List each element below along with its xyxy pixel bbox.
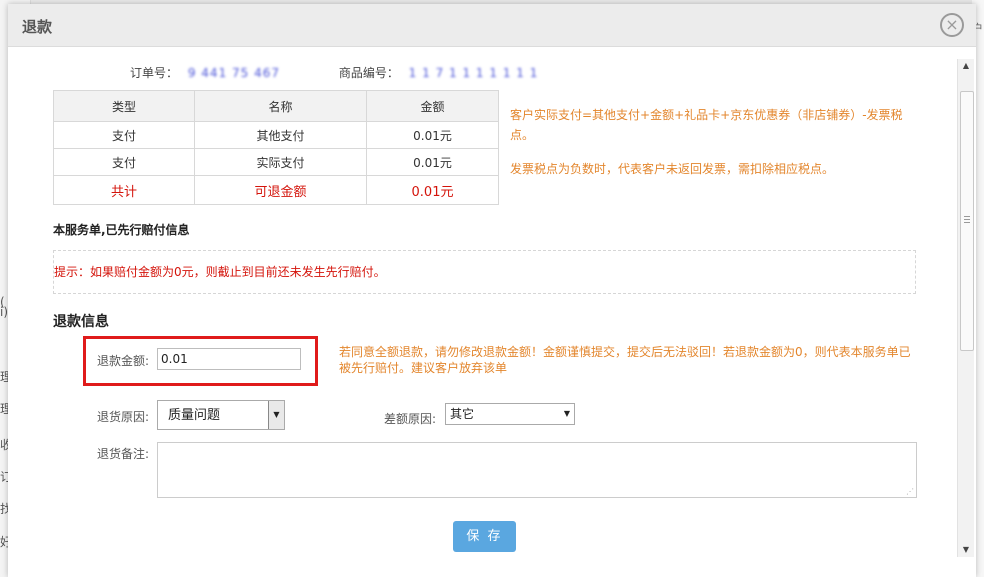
scrollbar-thumb[interactable]	[960, 91, 974, 351]
refundable-label: 可退金额	[194, 175, 367, 205]
total-amount: 0.01元	[366, 175, 499, 205]
dialog-content: 订单号： 9​ 441 75 467 商品编号： 1 1 7 1 1 1 1 1…	[8, 47, 952, 577]
refund-section-title: 退款信息	[53, 314, 109, 330]
table-row: 支付 其他支付 0.01元	[53, 121, 499, 149]
column-header: 名称	[194, 90, 367, 122]
save-button[interactable]: 保 存	[453, 521, 516, 552]
refund-dialog: 退款 × 订单号： 9​ 441 75 467 商品编号： 1 1 7 1 1 …	[8, 4, 976, 577]
service-compensation-title: 本服务单,已先行赔付信息	[53, 223, 190, 237]
diff-reason-select[interactable]: 其它 ▼	[445, 403, 575, 425]
product-number-value: 1 1 7 1 1 1 1 1 1 1	[408, 66, 539, 80]
refund-amount-input[interactable]: 0.01	[157, 348, 301, 370]
table-cell: 实际支付	[194, 148, 367, 176]
close-icon[interactable]: ×	[940, 13, 964, 37]
table-cell: 支付	[53, 148, 195, 176]
total-label: 共计	[53, 175, 195, 205]
bg-fragment: i)	[0, 305, 9, 319]
dialog-scrollbar[interactable]: ▲ ▼	[957, 59, 974, 557]
diff-reason-value: 其它	[450, 407, 475, 421]
compensation-tip: 提示：如果赔付金额为0元，则截止到目前还未发生先行赔付。	[54, 265, 386, 279]
order-number-value: 9​ 441 75 467	[187, 66, 280, 80]
return-reason-value: 质量问题	[168, 408, 221, 423]
dialog-title: 退款	[22, 18, 53, 36]
column-header: 金额	[366, 90, 499, 122]
table-cell: 支付	[53, 121, 195, 149]
remark-label: 退货备注:	[97, 447, 150, 461]
order-info: 订单号： 9​ 441 75 467 商品编号： 1 1 7 1 1 1 1 1…	[130, 64, 544, 81]
order-number-label: 订单号：	[130, 66, 179, 80]
return-reason-label: 退货原因:	[97, 410, 150, 424]
fee-table: 类型 名称 金额 支付 其他支付 0.01元 支付 实际支付 0.01元 共计 …	[53, 90, 499, 205]
column-header: 类型	[53, 90, 195, 122]
table-cell: 其他支付	[194, 121, 367, 149]
chevron-down-icon[interactable]: ▼	[268, 401, 284, 429]
grip-icon	[964, 216, 970, 217]
return-reason-select[interactable]: 质量问题 ▼	[157, 400, 285, 430]
scroll-up-icon[interactable]: ▲	[958, 59, 974, 73]
product-number-label: 商品编号：	[338, 66, 399, 80]
resize-handle-icon[interactable]: ⋰	[906, 487, 914, 496]
table-cell: 0.01元	[366, 148, 499, 176]
refund-amount-note: 若同意全额退款，请勿修改退款金额！金额谨慎提交，提交后无法驳回！若退款金额为0，…	[339, 345, 911, 375]
compensation-tip-box: 提示：如果赔付金额为0元，则截止到目前还未发生先行赔付。	[53, 250, 916, 294]
table-row: 支付 实际支付 0.01元	[53, 148, 499, 176]
scroll-down-icon[interactable]: ▼	[958, 543, 974, 557]
table-header-row: 类型 名称 金额	[53, 90, 499, 122]
chevron-down-icon: ▼	[563, 409, 570, 418]
diff-reason-label: 差额原因:	[384, 412, 437, 426]
table-cell: 0.01元	[366, 121, 499, 149]
remark-textarea[interactable]: ⋰	[157, 442, 917, 498]
tax-note: 发票税点为负数时，代表客户未返回发票，需扣除相应税点。	[510, 162, 835, 176]
dialog-titlebar: 退款 ×	[8, 4, 976, 47]
table-total-row: 共计 可退金额 0.01元	[53, 175, 499, 205]
payment-formula-note: 客户实际支付=其他支付+金额+礼品卡+京东优惠券（非店铺券）-发票税点。	[510, 108, 903, 142]
refund-amount-label: 退款金额:	[97, 354, 150, 368]
